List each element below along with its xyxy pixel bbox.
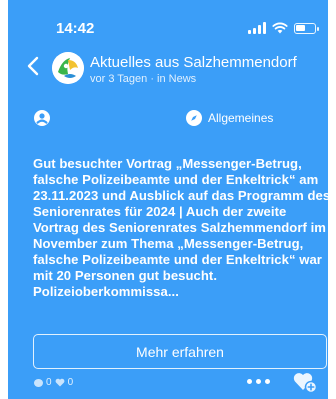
community-logo[interactable] [52, 52, 84, 84]
post-footer: 0 0 [8, 373, 328, 394]
post-card: 14:42 Aktuelles aus Salzhemmendorf vor 3… [8, 0, 328, 399]
back-arrow-icon[interactable] [26, 56, 40, 76]
like-count: 0 [67, 377, 74, 388]
status-icons [248, 22, 319, 34]
heart-icon [55, 378, 64, 387]
compass-icon [186, 110, 202, 126]
status-bar: 14:42 [8, 0, 328, 40]
like-plus-icon[interactable] [292, 368, 318, 394]
wifi-icon [272, 22, 288, 34]
comment-icon [34, 378, 43, 387]
page-title: Aktuelles aus Salzhemmendorf [90, 54, 297, 71]
comment-count: 0 [46, 377, 52, 388]
header: Aktuelles aus Salzhemmendorf vor 3 Tagen… [8, 46, 328, 94]
post-subtitle: vor 3 Tagen · in News [90, 73, 197, 85]
signal-icon [248, 22, 266, 34]
category-label: Allgemeines [208, 111, 274, 125]
category-tag[interactable]: Allgemeines [186, 110, 273, 126]
reaction-counts: 0 0 [34, 377, 73, 388]
user-icon[interactable] [34, 110, 50, 126]
battery-icon [294, 22, 319, 34]
status-time: 14:42 [56, 20, 95, 37]
more-dots-icon[interactable] [247, 379, 270, 384]
post-text: Gut besuchter Vortrag „Messenger-Betrug,… [33, 156, 328, 299]
more-button[interactable]: Mehr erfahren [33, 334, 327, 369]
meta-row: Allgemeines [8, 108, 328, 132]
